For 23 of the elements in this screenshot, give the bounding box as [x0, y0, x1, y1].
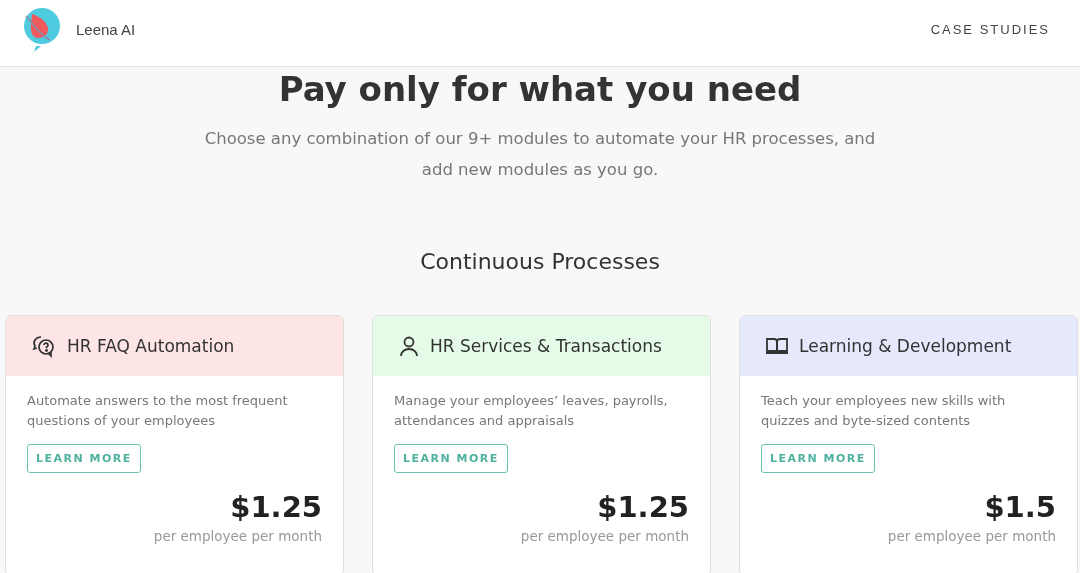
- price-unit: per employee per month: [887, 528, 1056, 544]
- chat-question-icon: [31, 334, 57, 358]
- card-description: Automate answers to the most frequent questions of your employees: [27, 392, 289, 430]
- person-icon: [398, 335, 420, 357]
- page-title: Pay only for what you need: [277, 69, 803, 109]
- price: $1.25: [230, 490, 322, 524]
- card-description: Teach your employees new skills with quizzes and byte-sized contents: [761, 392, 1007, 430]
- nav-link[interactable]: CASE STUDIES: [930, 21, 1050, 37]
- page-subtitle: Choose any combination of our 9+ modules to automate your HR processes, and add new modules as you go.: [203, 128, 877, 181]
- price: $1.5: [984, 490, 1056, 524]
- card-title: HR FAQ Automation: [67, 336, 235, 356]
- learn-more-button[interactable]: LEARN MORE: [761, 444, 875, 473]
- card-title: Learning & Development: [799, 336, 1012, 356]
- price: $1.25: [597, 490, 689, 524]
- learn-more-button[interactable]: LEARN MORE: [394, 444, 508, 473]
- section-title: Continuous Processes: [419, 248, 661, 276]
- card-title: HR Services & Transactions: [430, 336, 662, 356]
- book-icon: [765, 336, 789, 356]
- learn-more-button[interactable]: LEARN MORE: [27, 444, 141, 473]
- price-unit: per employee per month: [153, 528, 322, 544]
- price-unit: per employee per month: [520, 528, 689, 544]
- brand-name: Leena AI: [76, 20, 136, 38]
- card-description: Manage your employees’ leaves, payrolls, attendances and appraisals: [394, 392, 669, 430]
